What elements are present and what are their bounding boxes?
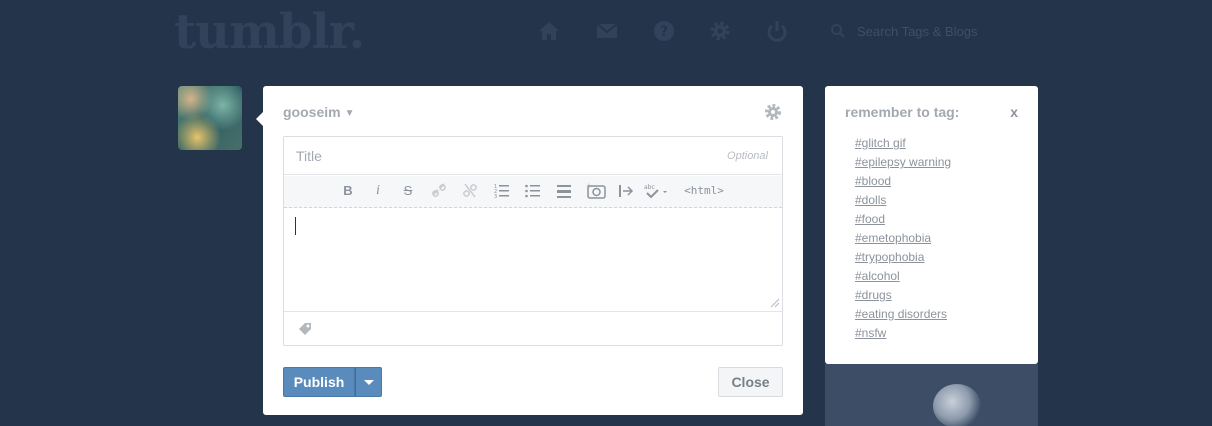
post-body-input[interactable]: [284, 208, 782, 310]
read-more-break-icon[interactable]: [556, 182, 572, 200]
insert-break-icon[interactable]: [618, 182, 634, 200]
avatar[interactable]: [178, 86, 242, 150]
svg-text:?: ?: [660, 24, 668, 40]
tag-link[interactable]: #trypophobia: [855, 250, 951, 269]
svg-text:+: +: [586, 182, 592, 190]
ordered-list-icon[interactable]: 123: [494, 182, 510, 200]
power-icon[interactable]: [764, 18, 790, 44]
blog-selector[interactable]: gooseim ▼: [283, 104, 354, 120]
sidebar-image-peek: [825, 364, 1038, 426]
close-button[interactable]: Close: [718, 367, 783, 397]
help-icon[interactable]: ?: [651, 18, 677, 44]
post-settings-gear-icon[interactable]: [763, 102, 783, 122]
tag-link[interactable]: #eating disorders: [855, 307, 951, 326]
post-editor: Optional B i S 123 +: [283, 136, 783, 346]
svg-text:abc: abc: [644, 184, 655, 191]
tumblr-logo[interactable]: tumblr.: [174, 4, 365, 60]
title-optional-hint: Optional: [727, 150, 768, 162]
tag-link[interactable]: #glitch gif: [855, 136, 951, 155]
svg-text:3: 3: [494, 194, 497, 200]
search-box[interactable]: Search Tags & Blogs: [830, 21, 1020, 43]
reminder-close-button[interactable]: x: [1010, 104, 1018, 120]
tags-input[interactable]: [284, 311, 782, 346]
html-mode-button[interactable]: <html>: [682, 182, 726, 200]
text-cursor: [295, 217, 296, 235]
search-icon: [830, 23, 846, 39]
publish-button[interactable]: Publish: [283, 367, 355, 397]
tag-link[interactable]: #food: [855, 212, 951, 231]
chevron-down-icon: ▼: [344, 108, 355, 119]
settings-gear-icon[interactable]: [707, 18, 733, 44]
link-icon[interactable]: [432, 182, 446, 200]
tag-link[interactable]: #alcohol: [855, 269, 951, 288]
unordered-list-icon[interactable]: [525, 182, 541, 200]
italic-button[interactable]: i: [372, 182, 384, 200]
tag-icon: [299, 323, 311, 335]
tag-link[interactable]: #blood: [855, 174, 951, 193]
reminder-title: remember to tag:: [845, 104, 960, 120]
search-placeholder: Search Tags & Blogs: [857, 24, 978, 39]
strikethrough-button[interactable]: S: [401, 182, 415, 200]
tag-link[interactable]: #epilepsy warning: [855, 155, 951, 174]
home-icon[interactable]: [536, 18, 562, 44]
reminder-tag-list: #glitch gif #epilepsy warning #blood #do…: [855, 136, 951, 345]
tag-link[interactable]: #emetophobia: [855, 231, 951, 250]
mail-icon[interactable]: [594, 18, 620, 44]
tag-link[interactable]: #nsfw: [855, 326, 951, 345]
unlink-icon[interactable]: [463, 182, 477, 200]
sidebar-image: [933, 384, 981, 426]
blog-name: gooseim: [283, 104, 341, 120]
format-toolbar: B i S 123 + abc <html>: [284, 176, 782, 208]
resize-handle-icon[interactable]: [770, 298, 780, 308]
publish-options-chevron-icon[interactable]: [355, 367, 382, 397]
post-form: gooseim▼ Optional B i S 123: [256, 86, 803, 415]
tag-link[interactable]: #dolls: [855, 193, 951, 212]
title-input[interactable]: [284, 137, 782, 175]
tag-reminder-panel: remember to tag: x #glitch gif #epilepsy…: [825, 86, 1038, 364]
tag-link[interactable]: #drugs: [855, 288, 951, 307]
bold-button[interactable]: B: [341, 182, 355, 200]
insert-image-icon[interactable]: +: [586, 182, 606, 200]
spellcheck-icon[interactable]: abc: [644, 182, 670, 200]
